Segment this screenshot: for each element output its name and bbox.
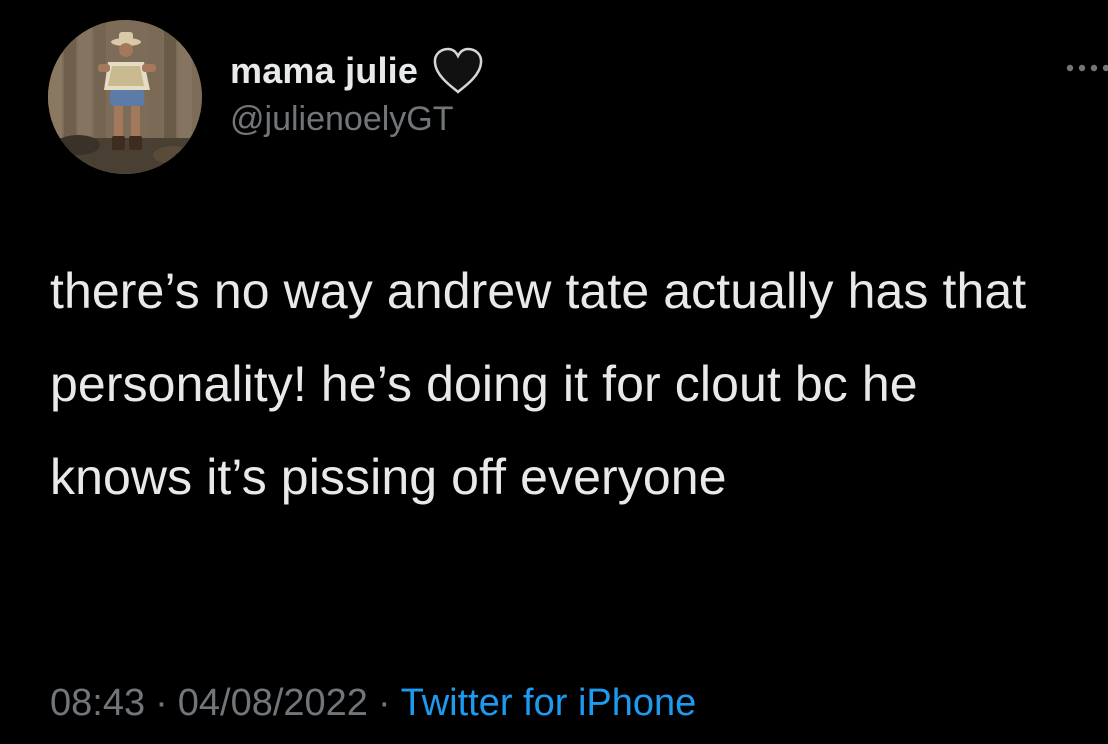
meta-separator-2: ·: [377, 682, 391, 724]
user-handle[interactable]: @julienoelyGT: [230, 100, 484, 139]
avatar[interactable]: [48, 20, 202, 174]
tweet-card: mama julie @julienoelyGT there’s no way …: [0, 0, 1108, 744]
tweet-meta: 08:43 · 04/08/2022 · Twitter for iPhone: [50, 682, 696, 725]
tweet-text: there’s no way andrew tate actually has …: [50, 263, 1027, 505]
user-header: mama julie @julienoelyGT: [230, 46, 484, 139]
meta-separator: ·: [155, 682, 168, 724]
black-heart-icon: [432, 47, 484, 95]
more-options-icon[interactable]: [1062, 58, 1108, 78]
tweet-time[interactable]: 08:43: [50, 682, 145, 724]
tweet-source-link[interactable]: Twitter for iPhone: [401, 682, 697, 724]
tweet-date[interactable]: 04/08/2022: [178, 682, 368, 724]
name-row: mama julie: [230, 46, 484, 96]
display-name[interactable]: mama julie: [230, 50, 418, 92]
avatar-photo: [48, 20, 202, 174]
